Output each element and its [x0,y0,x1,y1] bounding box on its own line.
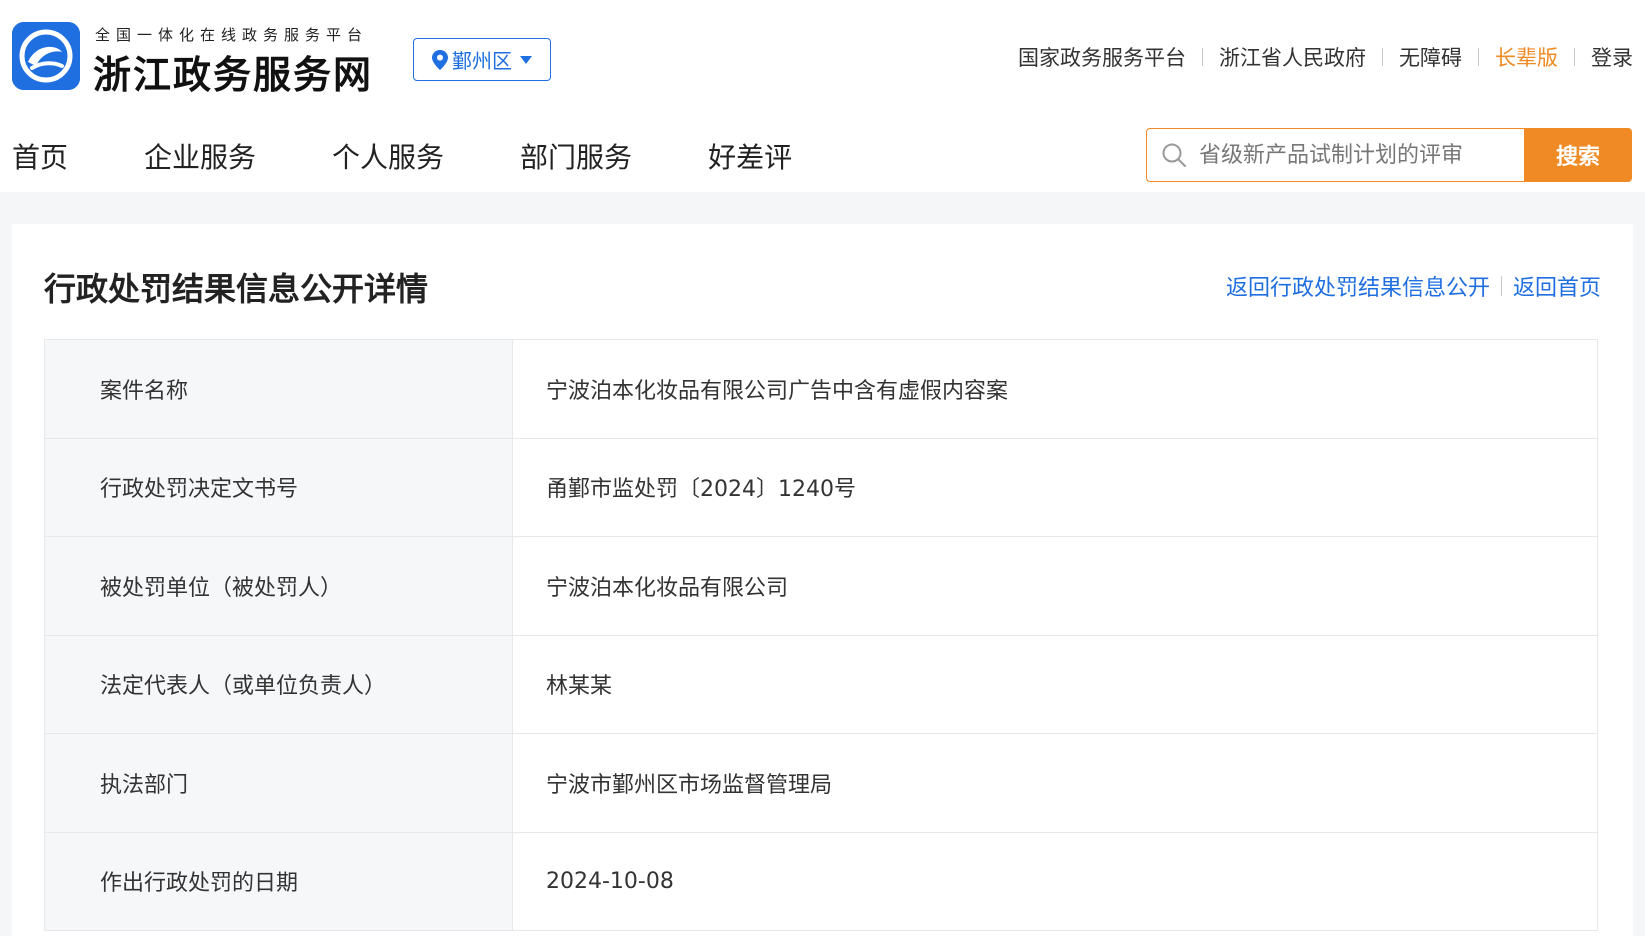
table-row: 执法部门 宁波市鄞州区市场监督管理局 [45,734,1597,833]
divider [1382,48,1383,66]
nav-enterprise-services[interactable]: 企业服务 [144,136,256,176]
location-pin-icon [432,49,448,70]
nav-home[interactable]: 首页 [12,136,68,176]
link-elder-version[interactable]: 长辈版 [1495,42,1558,72]
link-zhejiang-government[interactable]: 浙江省人民政府 [1219,42,1366,72]
table-row: 作出行政处罚的日期 2024-10-08 [45,832,1597,931]
search-bar: 搜索 [1146,128,1632,182]
row-value: 甬鄞市监处罚〔2024〕1240号 [546,477,856,503]
row-label: 作出行政处罚的日期 [45,832,513,930]
nav-feedback[interactable]: 好差评 [708,136,792,176]
link-back-to-list[interactable]: 返回行政处罚结果信息公开 [1226,270,1490,302]
logo-title[interactable]: 浙江政务服务网 [93,44,373,99]
search-button[interactable]: 搜索 [1524,128,1632,182]
site-header: 全国一体化在线政务服务平台 浙江政务服务网 鄞州区 国家政务服务平台 浙江省人民… [0,0,1645,192]
detail-table: 案件名称 宁波泊本化妆品有限公司广告中含有虚假内容案 行政处罚决定文书号 甬鄞市… [44,339,1598,931]
search-icon [1162,143,1186,167]
row-value: 宁波泊本化妆品有限公司广告中含有虚假内容案 [546,378,1009,404]
table-row: 法定代表人（或单位负责人） 林某某 [45,635,1597,734]
top-links: 国家政务服务平台 浙江省人民政府 无障碍 长辈版 登录 [1018,42,1633,72]
row-label: 被处罚单位（被处罚人） [45,537,513,635]
row-label: 法定代表人（或单位负责人） [45,635,513,733]
region-label: 鄞州区 [452,49,512,73]
table-row: 行政处罚决定文书号 甬鄞市监处罚〔2024〕1240号 [45,438,1597,537]
table-row: 案件名称 宁波泊本化妆品有限公司广告中含有虚假内容案 [45,340,1597,439]
nav-department-services[interactable]: 部门服务 [520,136,632,176]
link-accessibility[interactable]: 无障碍 [1399,42,1462,72]
nav-personal-services[interactable]: 个人服务 [332,136,444,176]
link-national-platform[interactable]: 国家政务服务平台 [1018,42,1186,72]
detail-card: 行政处罚结果信息公开详情 返回行政处罚结果信息公开 返回首页 案件名称 宁波泊本… [12,224,1633,936]
search-input[interactable] [1199,142,1519,168]
link-back-home[interactable]: 返回首页 [1513,270,1601,302]
divider [1574,48,1575,66]
region-selector-button[interactable]: 鄞州区 [413,38,551,81]
search-box [1146,128,1524,182]
row-label: 案件名称 [45,340,513,438]
page-title: 行政处罚结果信息公开详情 [44,270,429,308]
main-nav: 首页 企业服务 个人服务 部门服务 好差评 [12,136,868,176]
row-value: 宁波市鄞州区市场监督管理局 [546,772,833,798]
logo-subtitle: 全国一体化在线政务服务平台 [95,26,369,44]
link-login[interactable]: 登录 [1591,42,1633,72]
divider [1478,48,1479,66]
back-links: 返回行政处罚结果信息公开 返回首页 [1226,270,1601,302]
divider [1202,48,1203,66]
logo-icon[interactable] [12,22,80,90]
chevron-down-icon [520,55,532,64]
row-label: 执法部门 [45,734,513,832]
row-label: 行政处罚决定文书号 [45,438,513,536]
table-row: 被处罚单位（被处罚人） 宁波泊本化妆品有限公司 [45,537,1597,636]
row-value: 宁波泊本化妆品有限公司 [546,575,789,601]
divider [1500,276,1502,296]
row-value: 2024-10-08 [546,868,674,894]
row-value: 林某某 [546,674,613,700]
